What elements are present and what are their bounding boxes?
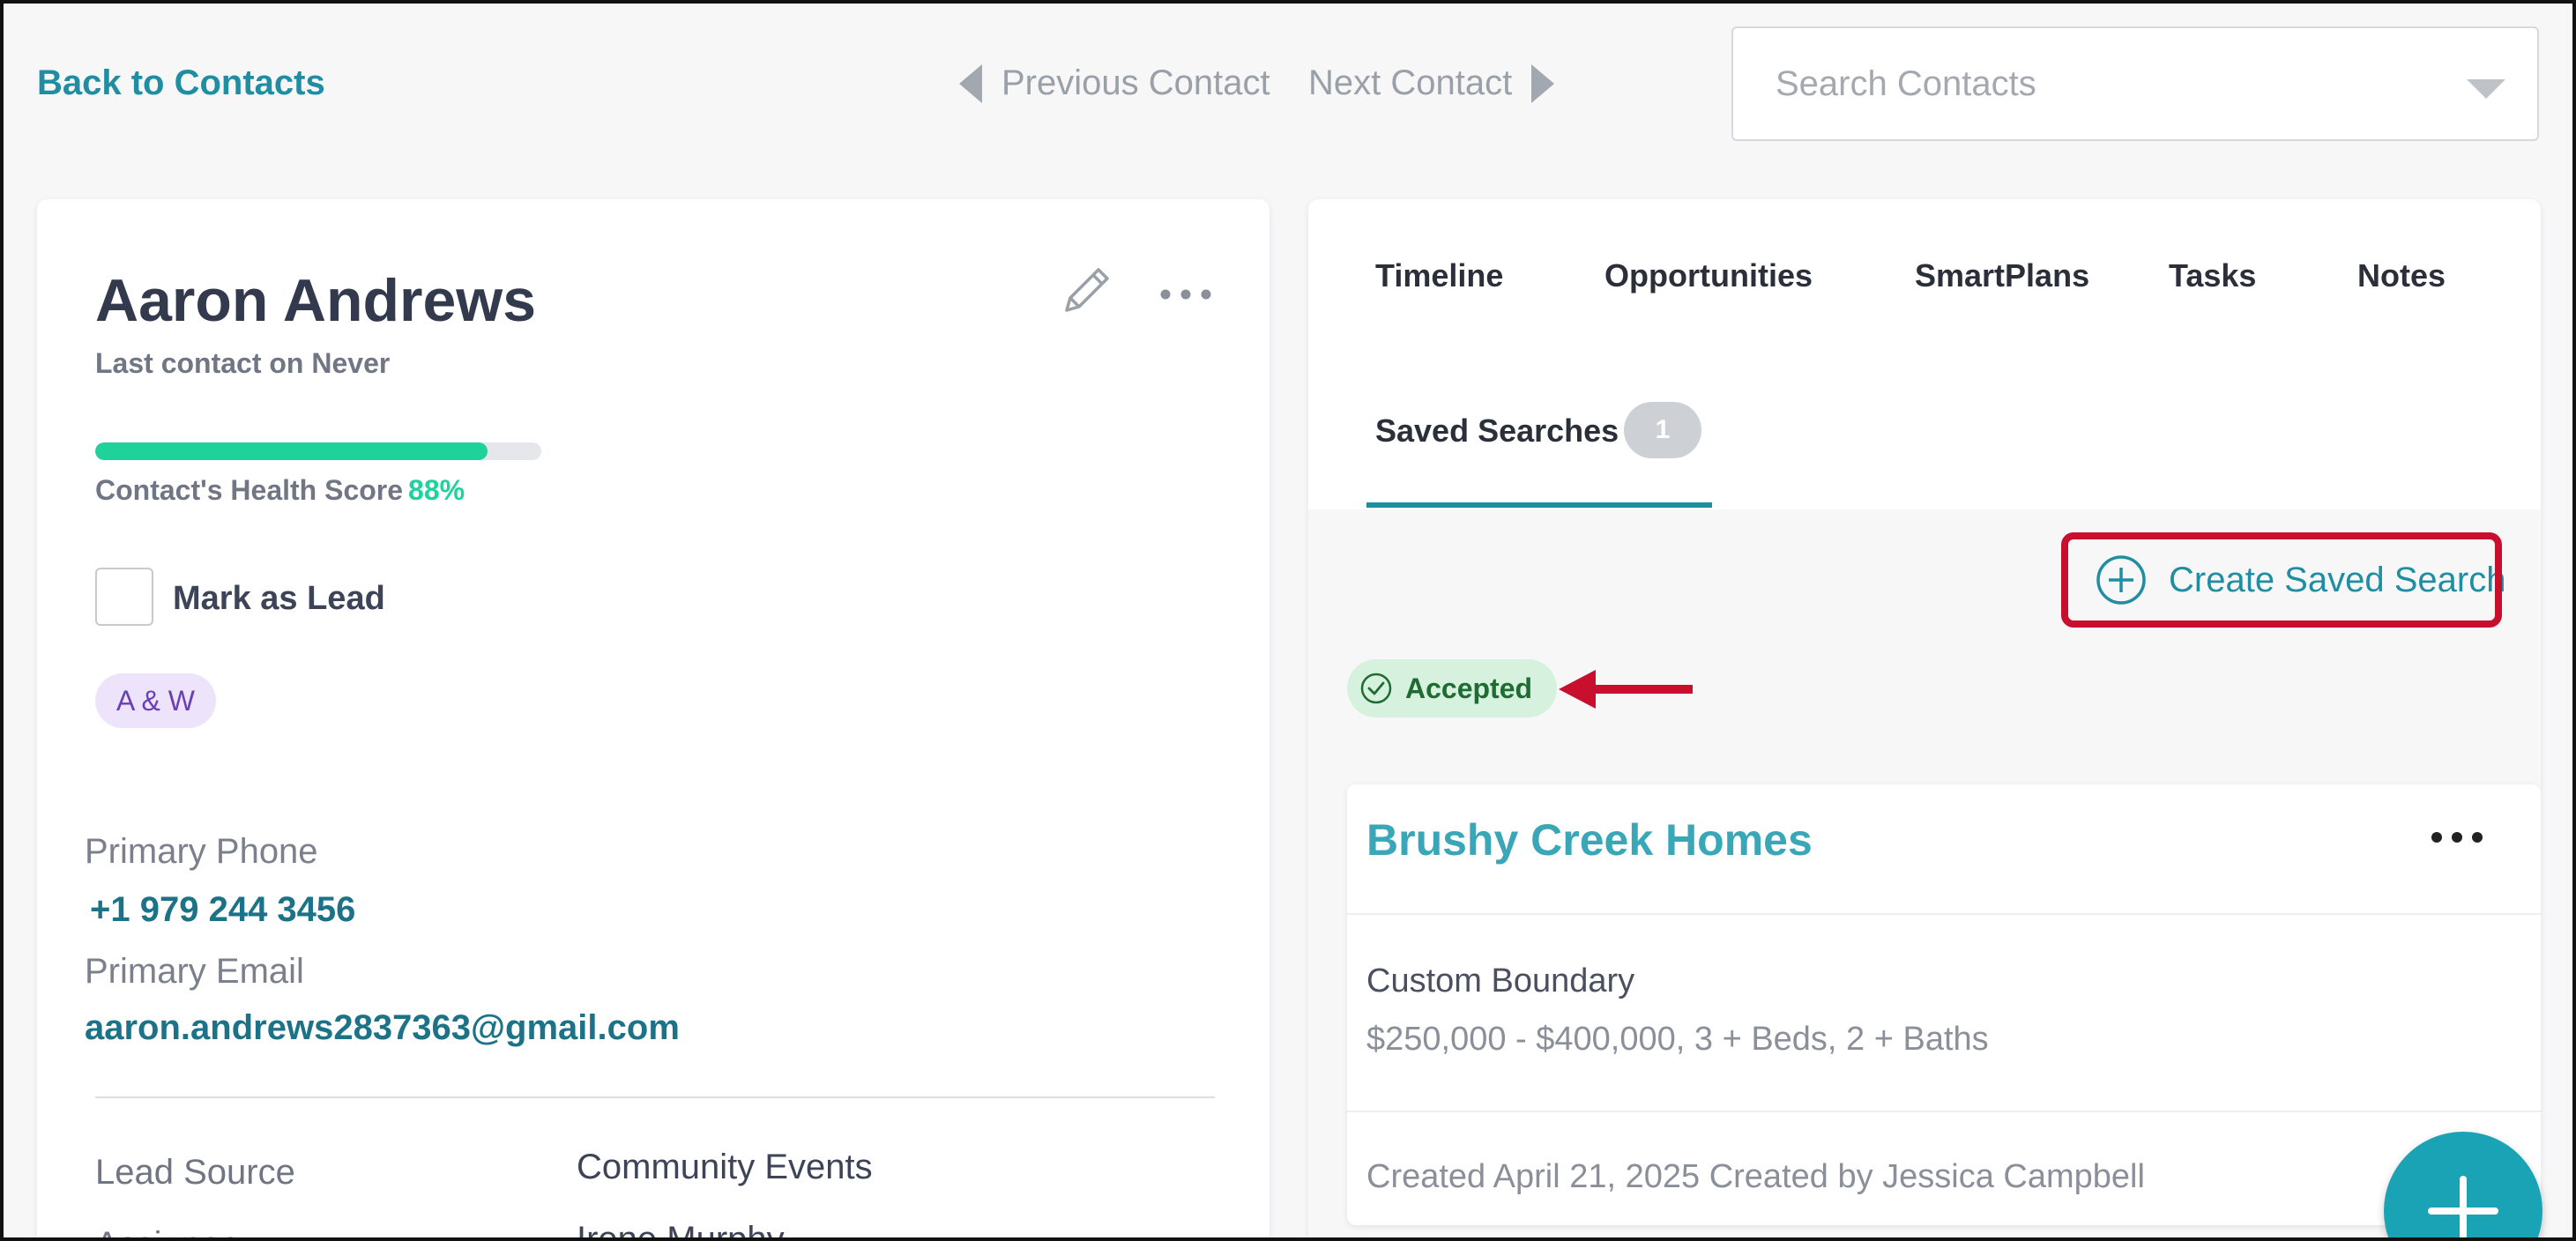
- lead-source-value: Community Events: [577, 1148, 873, 1186]
- mark-as-lead-label[interactable]: Mark as Lead: [173, 580, 385, 618]
- chevron-down-icon[interactable]: [2467, 79, 2505, 99]
- tab-notes[interactable]: Notes: [2357, 257, 2446, 294]
- triangle-right-icon: [1531, 63, 1555, 103]
- tab-tasks[interactable]: Tasks: [2169, 257, 2256, 294]
- saved-search-criteria: $250,000 - $400,000, 3 + Beds, 2 + Baths: [1366, 1021, 1989, 1058]
- card-divider: [1347, 913, 2541, 915]
- assignee-label: Assignee: [95, 1225, 241, 1241]
- triangle-left-icon: [959, 63, 982, 103]
- accepted-status-badge: Accepted: [1347, 659, 1558, 717]
- saved-search-boundary: Custom Boundary: [1366, 962, 1635, 999]
- tab-saved-searches[interactable]: Saved Searches: [1375, 412, 1619, 450]
- contact-tag-badge[interactable]: A & W: [95, 673, 216, 728]
- contact-name: Aaron Andrews: [95, 267, 537, 334]
- create-saved-search-button[interactable]: Create Saved Search: [2086, 543, 2514, 617]
- primary-email-value[interactable]: aaron.andrews2837363@gmail.com: [85, 1008, 680, 1048]
- accepted-status-label: Accepted: [1405, 672, 1533, 704]
- health-score-fill: [95, 442, 488, 460]
- plus-circle-icon: [2096, 555, 2146, 605]
- back-to-contacts-link[interactable]: Back to Contacts: [37, 63, 325, 103]
- next-contact-label: Next Contact: [1308, 63, 1513, 102]
- health-score-text: Contact's Health Score: [95, 474, 404, 506]
- check-circle-icon: [1360, 673, 1392, 704]
- previous-contact-button[interactable]: Previous Contact: [959, 63, 1270, 103]
- primary-email-label: Primary Email: [85, 952, 304, 991]
- tab-timeline[interactable]: Timeline: [1375, 257, 1503, 294]
- last-contact-text: Last contact on Never: [95, 347, 391, 379]
- saved-searches-count-badge: 1: [1624, 402, 1701, 458]
- red-arrow-annotation: [1559, 670, 1693, 709]
- previous-contact-label: Previous Contact: [1001, 63, 1270, 102]
- contact-activity-card: Timeline Opportunities SmartPlans Tasks …: [1308, 199, 2541, 1241]
- saved-search-card: Brushy Creek Homes Custom Boundary $250,…: [1347, 784, 2541, 1225]
- saved-search-title-link[interactable]: Brushy Creek Homes: [1366, 814, 1813, 866]
- more-horizontal-icon[interactable]: [1157, 277, 1215, 312]
- active-tab-indicator: [1366, 502, 1712, 508]
- pencil-icon[interactable]: [1056, 259, 1118, 321]
- tab-smartplans[interactable]: SmartPlans: [1915, 257, 2089, 294]
- card-divider: [1347, 1111, 2541, 1112]
- mark-as-lead-checkbox[interactable]: [95, 568, 153, 626]
- saved-searches-panel: Create Saved Search Accepted Brushy Cree…: [1308, 509, 2541, 1241]
- tab-opportunities[interactable]: Opportunities: [1604, 257, 1813, 294]
- more-horizontal-icon[interactable]: [2428, 820, 2486, 855]
- next-contact-button[interactable]: Next Contact: [1308, 63, 1555, 103]
- search-contacts-dropdown[interactable]: [1731, 26, 2539, 141]
- saved-search-created-info: Created April 21, 2025 Created by Jessic…: [1366, 1158, 2145, 1195]
- search-contacts-input[interactable]: [1776, 63, 2495, 104]
- lead-source-label: Lead Source: [95, 1153, 295, 1192]
- health-score-percent: 88%: [408, 474, 465, 506]
- plus-icon: [2428, 1176, 2498, 1241]
- health-score-bar: [95, 442, 541, 460]
- contact-details-card: Aaron Andrews Last contact on Never Cont…: [37, 199, 1269, 1241]
- primary-phone-value[interactable]: +1 979 244 3456: [90, 890, 355, 930]
- health-score-label: Contact's Health Score 88%: [95, 474, 465, 507]
- assignee-value: Irene Murphy: [577, 1220, 785, 1241]
- create-saved-search-label: Create Saved Search: [2169, 560, 2506, 599]
- section-divider: [95, 1096, 1215, 1098]
- primary-phone-label: Primary Phone: [85, 832, 318, 871]
